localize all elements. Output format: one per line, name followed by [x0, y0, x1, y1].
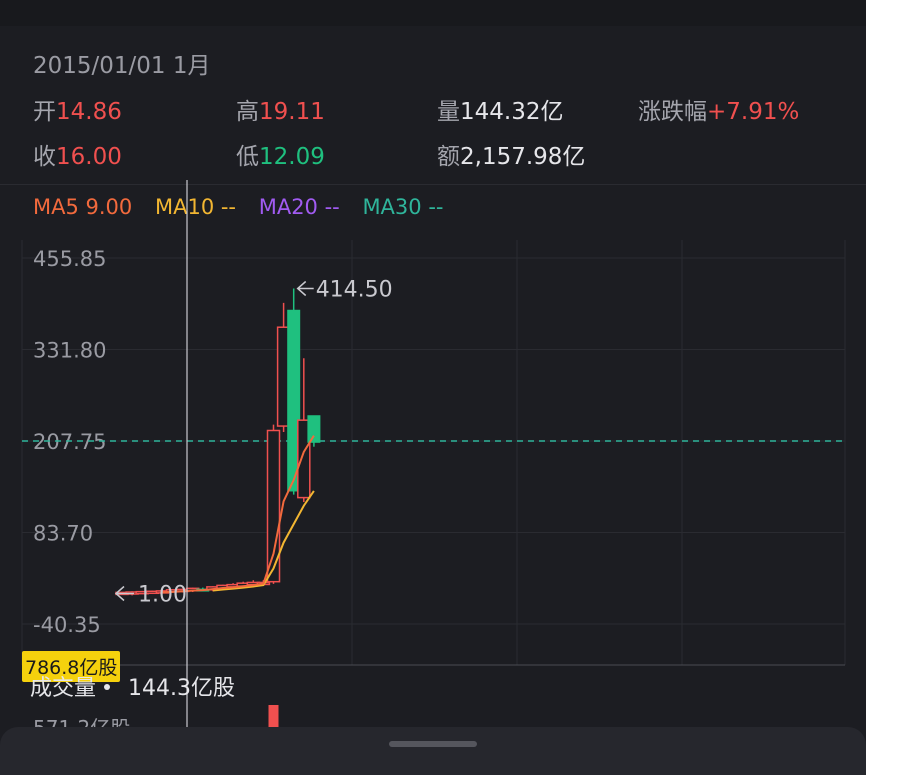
kline-chart[interactable]: 455.85 331.80 207.75 83.70 -40.35 414.50 1.00 — [0, 0, 866, 775]
y-tick-label: 455.85 — [33, 247, 106, 271]
min-arrow-icon — [114, 585, 134, 602]
dot-icon — [104, 683, 111, 690]
y-tick-label: -40.35 — [33, 613, 101, 637]
kline-detail-screen: 2015/01/01 1月 开14.86 高19.11 量144.32亿 涨跌幅… — [0, 0, 866, 775]
volume-bar — [268, 705, 279, 727]
bottom-sheet[interactable] — [0, 727, 866, 775]
y-tick-label: 83.70 — [33, 522, 93, 546]
ma10-line — [212, 490, 315, 592]
max-arrow-icon — [296, 280, 314, 297]
sheet-drag-handle[interactable] — [389, 741, 477, 747]
y-tick-label: 331.80 — [33, 339, 106, 363]
y-tick-label: 207.75 — [33, 430, 106, 454]
min-annotation: 1.00 — [138, 583, 187, 608]
max-annotation: 414.50 — [316, 278, 393, 303]
candle-body — [307, 415, 321, 443]
volume-legend-label: 成交量 — [30, 676, 97, 701]
volume-legend-value: 144.3亿股 — [128, 676, 235, 701]
volume-legend: 成交量 144.3亿股 — [30, 670, 235, 702]
